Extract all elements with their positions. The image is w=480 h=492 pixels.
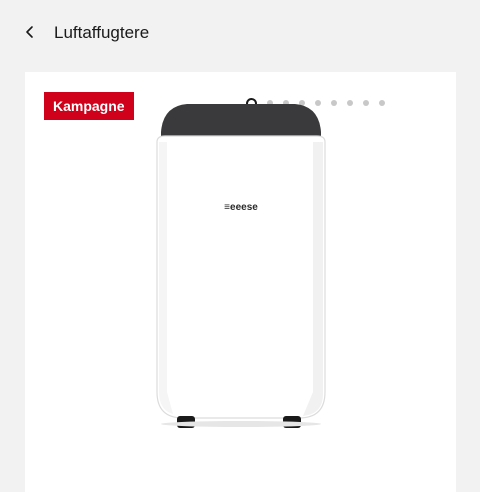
carousel-dot[interactable]: [379, 100, 385, 106]
carousel-dot[interactable]: [363, 100, 369, 106]
chevron-left-icon: [26, 26, 33, 38]
brand-logo: ≡eeese: [224, 202, 258, 213]
page-title: Luftaffugtere: [54, 23, 150, 42]
campaign-badge: Kampagne: [44, 92, 134, 120]
top-bar: Luftaffugtere: [0, 0, 480, 66]
carousel-dot[interactable]: [347, 100, 353, 106]
back-button[interactable]: [18, 20, 42, 44]
product-card[interactable]: Kampagne ≡eeese: [25, 72, 456, 492]
product-image[interactable]: ≡eeese: [143, 102, 339, 432]
